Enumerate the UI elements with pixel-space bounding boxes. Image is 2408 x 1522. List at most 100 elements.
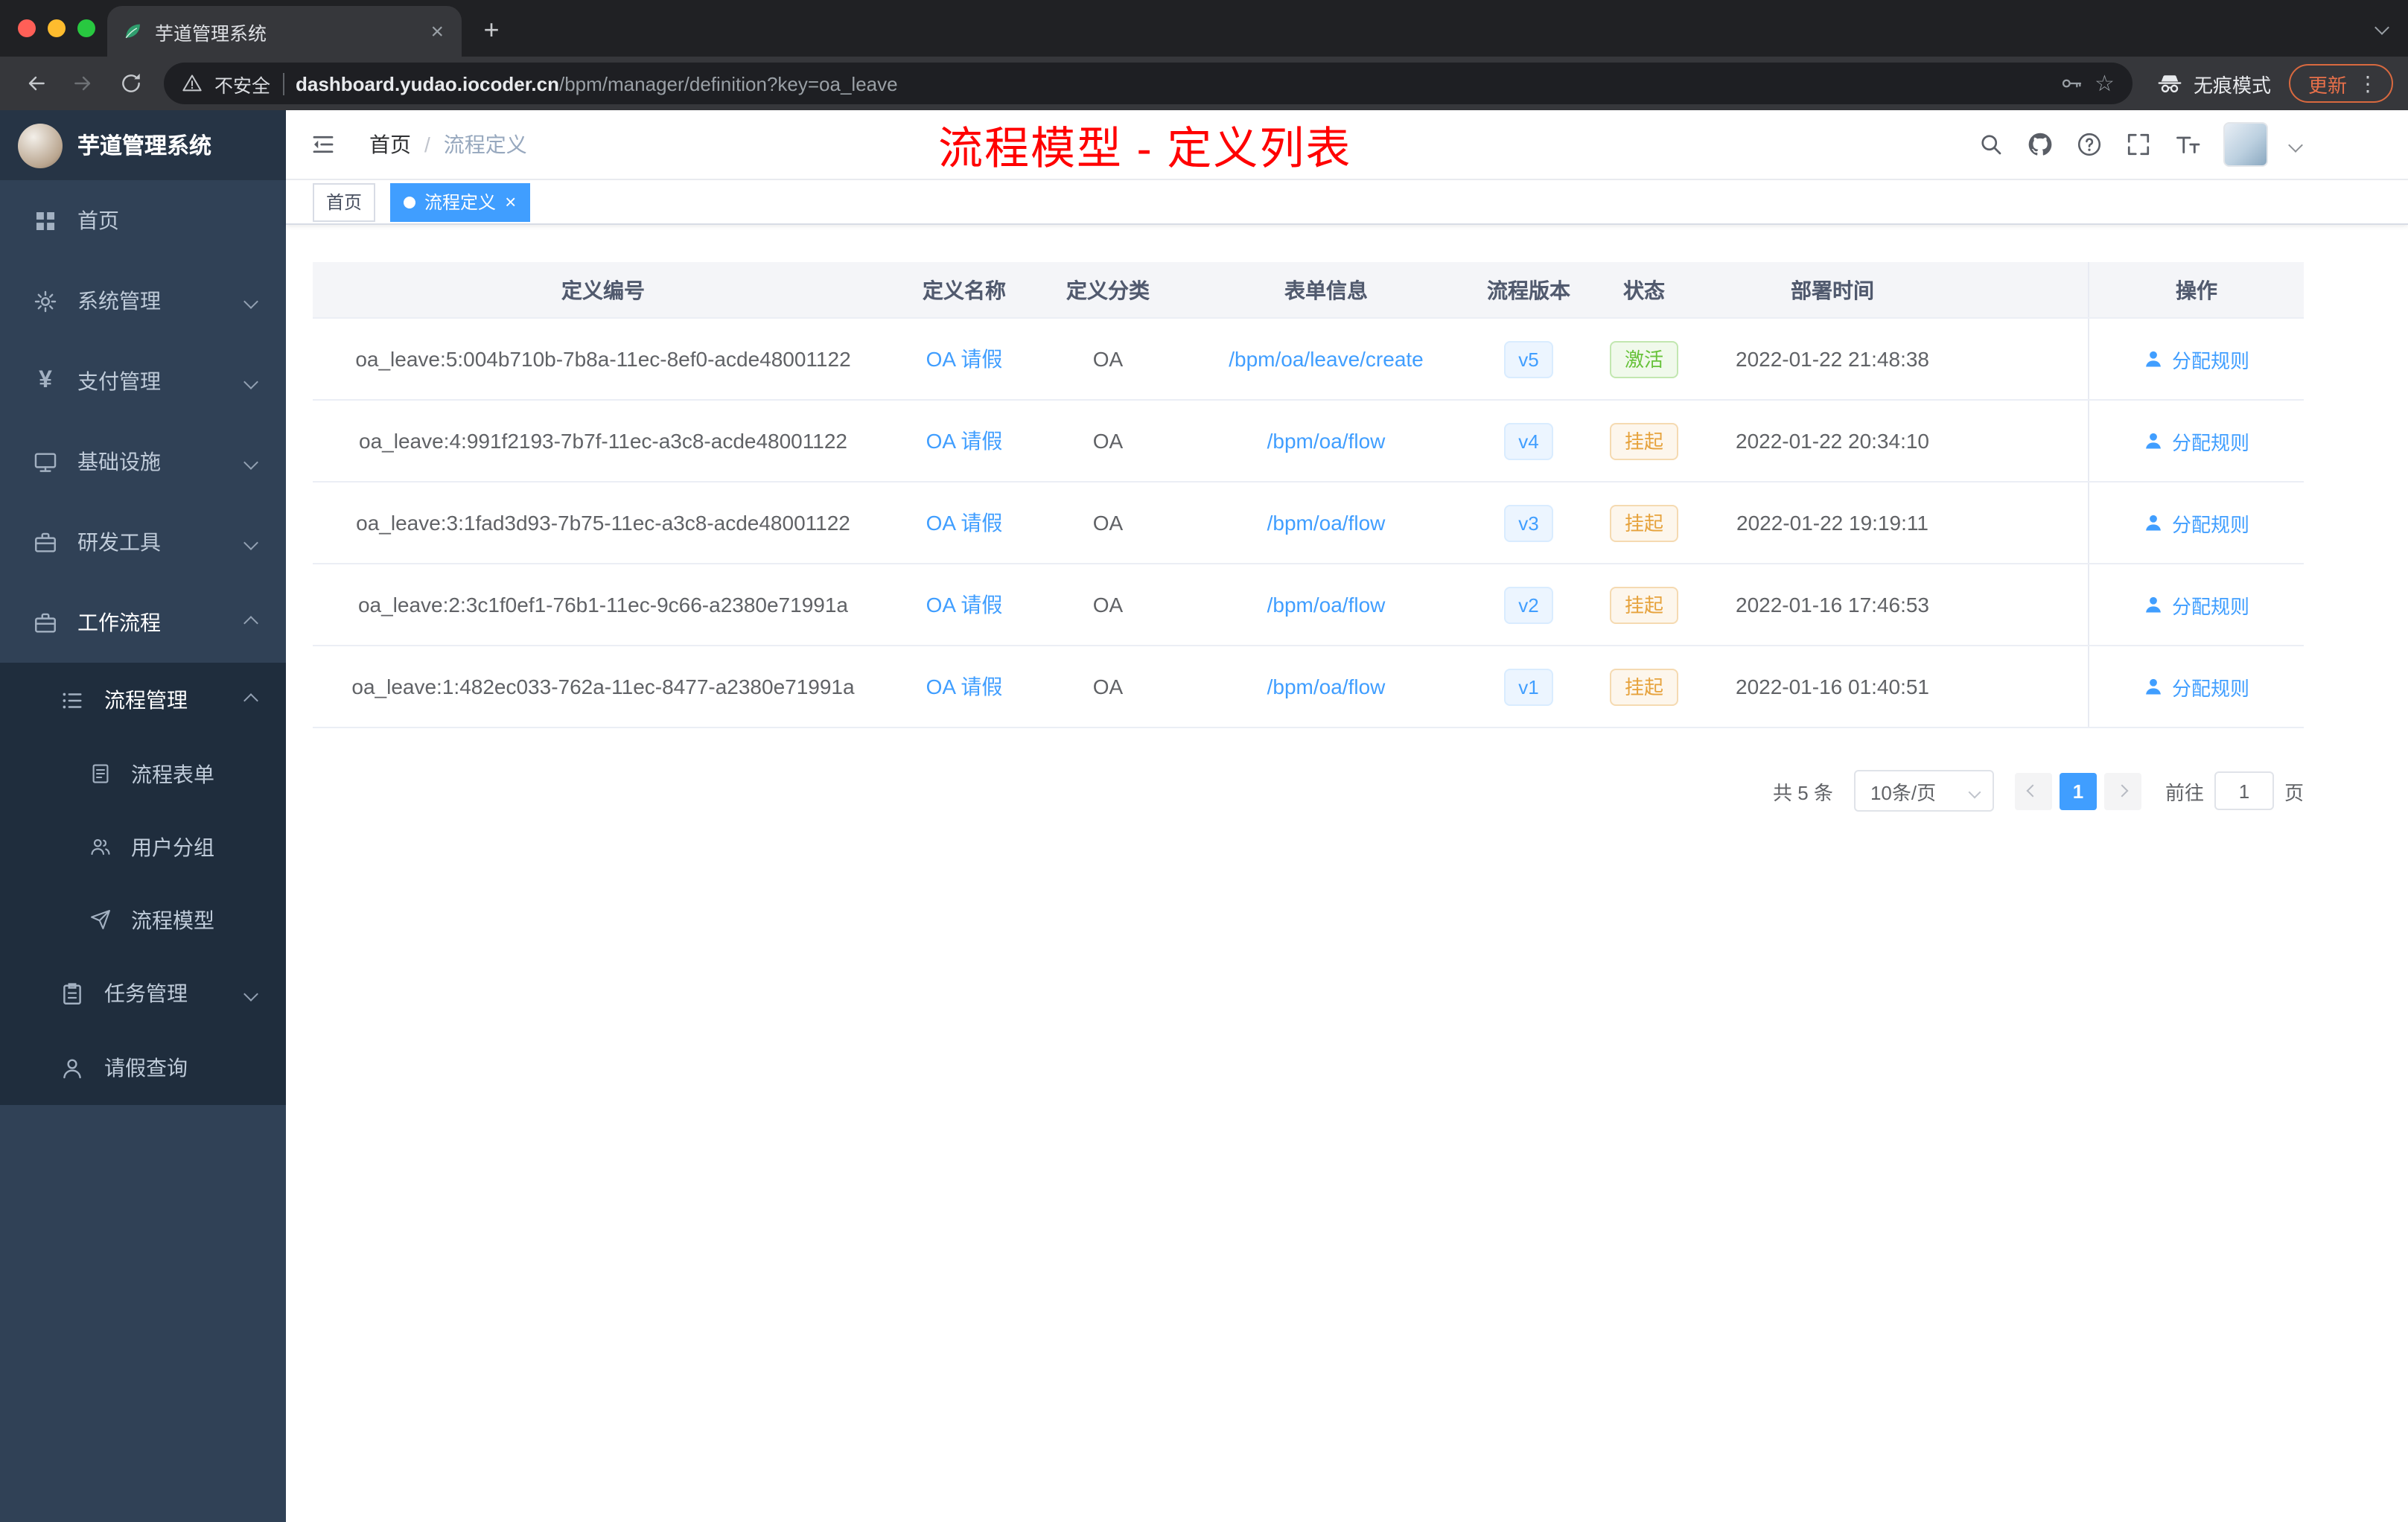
tags-view-bar: 首页 流程定义 × [286, 180, 2408, 225]
forward-button[interactable] [63, 63, 104, 104]
url-text[interactable]: dashboard.yudao.iocoder.cn/bpm/manager/d… [296, 72, 898, 95]
sidebar-item-payment-management[interactable]: ¥ 支付管理 [0, 341, 286, 421]
column-header: 部署时间 [1791, 278, 1874, 302]
deploy-time: 2022-01-16 01:40:51 [1736, 675, 1929, 698]
form-link[interactable]: /bpm/oa/flow [1181, 564, 1471, 645]
sidebar-item-infrastructure[interactable]: 基础设施 [0, 421, 286, 502]
tab-close-icon[interactable]: × [427, 19, 447, 44]
sidebar-item-dev-tools[interactable]: 研发工具 [0, 502, 286, 582]
row-filler [1963, 401, 2088, 481]
zoom-window-button[interactable] [77, 19, 95, 37]
page-content: 定义编号 定义名称 定义分类 表单信息 流程版本 状态 部署时间 操作 oa_l… [286, 225, 2408, 1522]
definition-name-link[interactable]: OA 请假 [894, 646, 1035, 727]
search-icon[interactable] [1978, 131, 2004, 158]
sidebar-item-label: 基础设施 [77, 450, 161, 474]
not-secure-warning-icon [182, 73, 203, 94]
next-page-button[interactable] [2103, 772, 2141, 809]
action-cell: 分配规则 [2088, 319, 2304, 399]
version-badge-cell: v4 [1471, 401, 1586, 481]
close-window-button[interactable] [18, 19, 36, 37]
tab-search-chevron-icon[interactable] [2374, 20, 2389, 35]
definition-id: oa_leave:1:482ec033-762a-11ec-8477-a2380… [351, 675, 855, 698]
sidebar-item-label: 流程表单 [131, 762, 214, 786]
row-filler [1963, 646, 2088, 727]
sidebar-item-system-management[interactable]: 系统管理 [0, 261, 286, 341]
sidebar-item-process-management[interactable]: 流程管理 [0, 663, 286, 737]
tag-process-definition[interactable]: 流程定义 × [390, 182, 530, 221]
column-filler [1963, 262, 2088, 317]
sidebar-item-task-management[interactable]: 任务管理 [0, 956, 286, 1031]
form-link[interactable]: /bpm/oa/flow [1181, 401, 1471, 481]
pagination: 共 5 条 10条/页 1 前往 页 [313, 770, 2304, 812]
assign-rule-link[interactable]: 分配规则 [2144, 672, 2249, 701]
definition-name-link[interactable]: OA 请假 [894, 319, 1035, 399]
bookmark-star-icon[interactable]: ☆ [2095, 70, 2115, 97]
font-size-icon[interactable] [2174, 131, 2201, 158]
tag-close-icon[interactable]: × [505, 192, 516, 211]
chevron-right-icon [2116, 784, 2130, 797]
browser-tab[interactable]: 芋道管理系统 × [107, 6, 462, 57]
form-link[interactable]: /bpm/oa/flow [1181, 646, 1471, 727]
assign-rule-link[interactable]: 分配规则 [2144, 345, 2249, 373]
version-badge-cell: v3 [1471, 483, 1586, 563]
app-header: 首页 / 流程定义 流程模型 - 定义列表 [286, 110, 2408, 180]
version-badge: v4 [1503, 422, 1554, 459]
sidebar-item-home[interactable]: 首页 [0, 180, 286, 261]
page-size-select[interactable]: 10条/页 [1853, 770, 1994, 812]
browser-tab-strip: 芋道管理系统 × + [0, 0, 2408, 57]
document-icon [89, 762, 112, 785]
sidebar-item-process-model[interactable]: 流程模型 [0, 883, 286, 956]
sidebar-item-process-form[interactable]: 流程表单 [0, 737, 286, 810]
breadcrumb-home[interactable]: 首页 [369, 130, 411, 159]
column-header: 定义名称 [923, 278, 1006, 302]
status-badge-cell: 挂起 [1586, 401, 1702, 481]
update-label: 更新 [2307, 74, 2347, 96]
status-badge: 挂起 [1609, 422, 1678, 459]
definition-name-link[interactable]: OA 请假 [894, 483, 1035, 563]
column-header: 定义分类 [1066, 278, 1150, 302]
sidebar-item-label: 系统管理 [77, 289, 161, 313]
version-badge: v1 [1503, 668, 1554, 705]
form-link[interactable]: /bpm/oa/leave/create [1181, 319, 1471, 399]
person-icon [2144, 676, 2165, 697]
browser-menu-dots-icon[interactable]: ⋮ [2357, 71, 2378, 96]
help-question-icon[interactable] [2076, 131, 2103, 158]
sidebar-item-label: 工作流程 [77, 611, 161, 634]
form-link[interactable]: /bpm/oa/flow [1181, 483, 1471, 563]
dashboard-grid-icon [33, 208, 58, 233]
definition-name-link[interactable]: OA 请假 [894, 401, 1035, 481]
address-bar[interactable]: 不安全 dashboard.yudao.iocoder.cn/bpm/manag… [164, 63, 2133, 104]
person-icon [2144, 430, 2165, 451]
assign-rule-link[interactable]: 分配规则 [2144, 509, 2249, 537]
security-label[interactable]: 不安全 [214, 69, 270, 98]
definition-name-link[interactable]: OA 请假 [894, 564, 1035, 645]
sidebar-item-workflow[interactable]: 工作流程 [0, 582, 286, 663]
minimize-window-button[interactable] [48, 19, 66, 37]
new-tab-button[interactable]: + [474, 12, 509, 48]
refresh-button[interactable] [110, 63, 152, 104]
address-divider [282, 72, 284, 95]
sidebar-collapse-icon[interactable] [286, 110, 360, 179]
assign-rule-link[interactable]: 分配规则 [2144, 427, 2249, 455]
sidebar-item-user-group[interactable]: 用户分组 [0, 810, 286, 883]
update-browser-button[interactable]: 更新 ⋮ [2288, 64, 2393, 103]
avatar-caret-down-icon[interactable] [2288, 137, 2303, 152]
back-button[interactable] [15, 63, 57, 104]
chevron-left-icon [2027, 784, 2040, 797]
fullscreen-icon[interactable] [2125, 131, 2152, 158]
page-number-button[interactable]: 1 [2059, 772, 2097, 809]
yen-icon: ¥ [39, 368, 52, 393]
github-icon[interactable] [2027, 131, 2054, 158]
app-logo[interactable]: 芋道管理系统 [0, 110, 286, 180]
header-actions [1978, 122, 2303, 167]
deploy-time: 2022-01-22 20:34:10 [1736, 429, 1929, 453]
sidebar-item-label: 研发工具 [77, 530, 161, 554]
assign-rule-link[interactable]: 分配规则 [2144, 590, 2249, 619]
tab-favicon-icon [122, 21, 143, 42]
goto-page-input[interactable] [2214, 771, 2274, 810]
user-avatar[interactable] [2223, 122, 2268, 167]
prev-page-button[interactable] [2014, 772, 2052, 809]
password-key-icon[interactable] [2059, 71, 2083, 95]
tag-home[interactable]: 首页 [313, 182, 376, 221]
sidebar-item-leave-query[interactable]: 请假查询 [0, 1031, 286, 1105]
